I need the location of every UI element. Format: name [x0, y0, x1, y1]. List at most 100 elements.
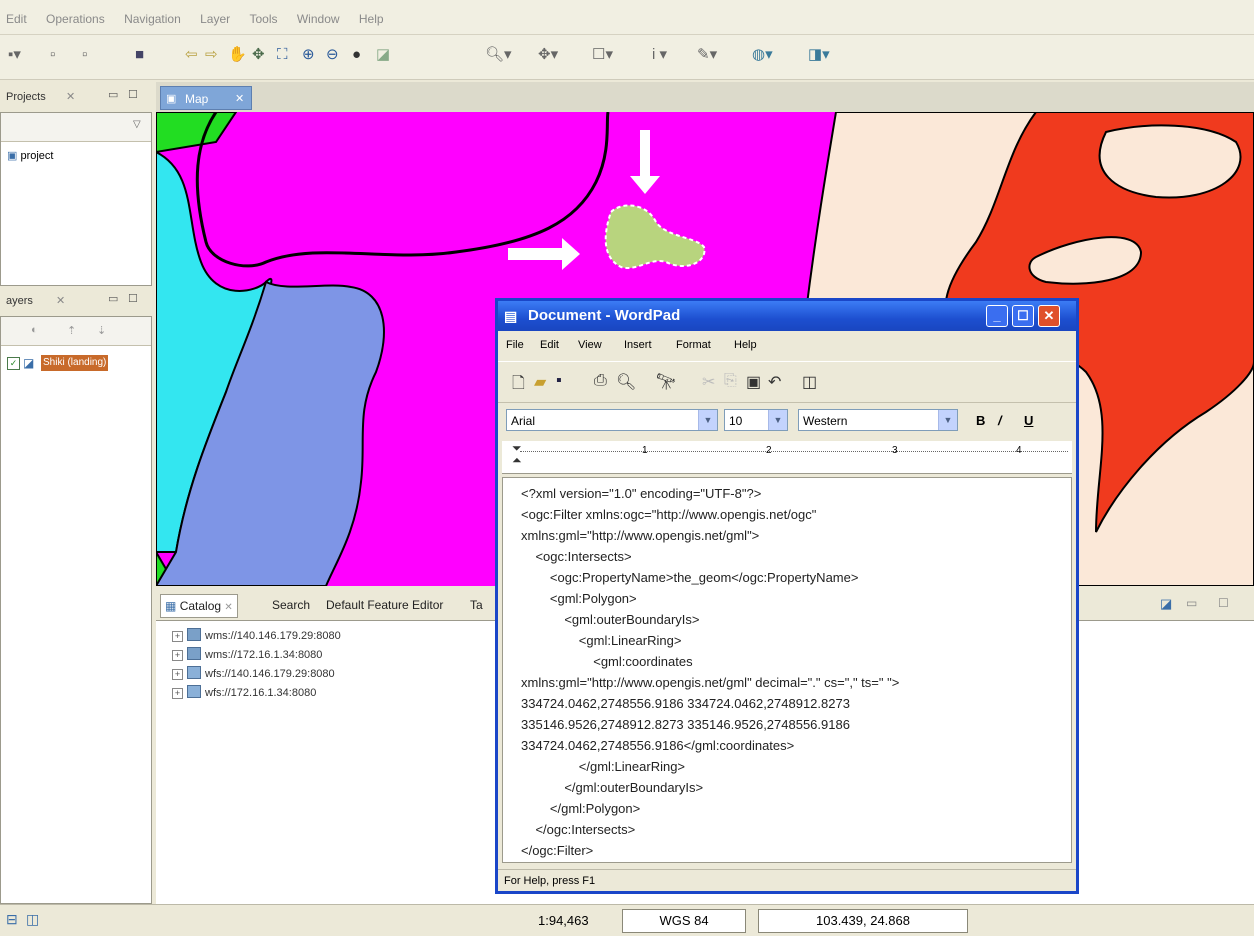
close-icon[interactable]: ✕: [235, 87, 244, 111]
wp-menu-file[interactable]: File: [506, 339, 524, 351]
wp-menu-help[interactable]: Help: [734, 339, 757, 351]
maximize-icon[interactable]: ☐: [128, 88, 138, 101]
expand-icon[interactable]: +: [172, 650, 183, 661]
tab-feature-editor[interactable]: Default Feature Editor: [322, 594, 447, 616]
expand-icon[interactable]: +: [172, 669, 183, 680]
layer-tool-icon[interactable]: ◐: [31, 324, 38, 336]
list-item[interactable]: + wms://172.16.1.34:8080: [172, 647, 322, 663]
layer-up-icon[interactable]: ⇡: [67, 324, 76, 337]
layer-visibility-checkbox[interactable]: ✓: [7, 357, 20, 370]
new-icon[interactable]: 🗋︎: [512, 372, 525, 399]
left-indent-marker-icon[interactable]: ⏶: [512, 453, 522, 468]
pan-tool-icon[interactable]: ✥▾: [538, 45, 558, 65]
close-icon[interactable]: ✕: [56, 294, 65, 307]
list-item[interactable]: + wfs://140.146.179.29:8080: [172, 666, 335, 682]
expand-icon[interactable]: +: [172, 631, 183, 642]
wp-menu-view[interactable]: View: [578, 339, 602, 351]
info-icon[interactable]: i ▾: [652, 45, 667, 65]
minimize-icon[interactable]: ▭: [1186, 596, 1197, 610]
close-button[interactable]: ✕: [1038, 305, 1060, 327]
zoom-in-icon[interactable]: ⊕: [302, 45, 315, 65]
project-item[interactable]: ▣ project: [7, 149, 54, 162]
font-size-select[interactable]: 10 ▼: [724, 409, 788, 431]
layer-label: Shiki (landing): [41, 355, 109, 371]
print-icon[interactable]: ▫: [82, 45, 87, 65]
tab-table[interactable]: Ta: [466, 594, 487, 616]
save-all-icon[interactable]: ■: [135, 45, 144, 65]
stop-icon[interactable]: ●: [352, 45, 361, 65]
menu-window[interactable]: Window: [297, 12, 340, 26]
workspace-icon[interactable]: ◫: [26, 911, 39, 928]
menu-layer[interactable]: Layer: [200, 12, 230, 26]
bold-button[interactable]: B: [976, 413, 985, 428]
italic-button[interactable]: /: [998, 413, 1002, 428]
maximize-button[interactable]: ☐: [1012, 305, 1034, 327]
select-box-icon[interactable]: ☐▾: [592, 45, 613, 65]
layer-tool-icon[interactable]: ◨▾: [808, 45, 830, 65]
find-icon[interactable]: 🔭︎: [656, 372, 676, 392]
wp-menu-format[interactable]: Format: [676, 339, 711, 351]
edit-tool-icon[interactable]: ✎▾: [697, 45, 717, 65]
map-tab[interactable]: ▣ Map ✕: [160, 86, 252, 110]
paste-icon[interactable]: ▣: [746, 372, 761, 392]
print-icon[interactable]: ⎙: [594, 372, 607, 390]
list-item[interactable]: + wms://140.146.179.29:8080: [172, 628, 341, 644]
menu-navigation[interactable]: Navigation: [124, 12, 181, 26]
chevron-down-icon[interactable]: ▼: [938, 410, 957, 430]
minimize-button[interactable]: _: [986, 305, 1008, 327]
save-icon[interactable]: ▫: [50, 45, 55, 65]
close-icon[interactable]: ✕: [224, 602, 232, 613]
wp-menu-edit[interactable]: Edit: [540, 339, 559, 351]
minimize-icon[interactable]: ▭: [108, 292, 118, 305]
crs-readout[interactable]: WGS 84: [622, 909, 746, 933]
expand-icon[interactable]: +: [172, 688, 183, 699]
scale-readout[interactable]: 1:94,463: [538, 913, 589, 928]
script-select[interactable]: Western ▼: [798, 409, 958, 431]
cut-icon[interactable]: ✂: [702, 372, 715, 392]
pan-hand-icon[interactable]: ✋: [228, 45, 247, 65]
insert-date-icon[interactable]: ◫: [802, 372, 817, 392]
catalog-icon: ▦: [165, 599, 177, 613]
save-icon[interactable]: ▪: [556, 372, 562, 390]
menu-help[interactable]: Help: [359, 12, 384, 26]
list-item-label: wms://140.146.179.29:8080: [205, 630, 341, 642]
catalog-tool-icon[interactable]: ◪: [1160, 596, 1172, 612]
undo-icon[interactable]: ↶: [768, 372, 781, 392]
back-arrow-icon[interactable]: ⇦: [185, 45, 198, 65]
underline-button[interactable]: U: [1024, 413, 1033, 428]
wp-menu-insert[interactable]: Insert: [624, 339, 652, 351]
fit-icon[interactable]: ⛶: [277, 45, 288, 65]
new-dropdown-icon[interactable]: ▪▾: [8, 45, 21, 65]
zoom-tool-icon[interactable]: 🔍︎▾: [485, 45, 512, 65]
maximize-icon[interactable]: ☐: [128, 292, 138, 305]
menu-operations[interactable]: Operations: [46, 12, 105, 26]
zoom-out-icon[interactable]: ⊖: [326, 45, 339, 65]
maximize-icon[interactable]: ☐: [1218, 596, 1229, 610]
list-item[interactable]: + wfs://172.16.1.34:8080: [172, 685, 316, 701]
fast-view-icon[interactable]: ⊟: [6, 911, 18, 928]
layer-down-icon[interactable]: ⇣: [97, 324, 106, 337]
menu-tools[interactable]: Tools: [250, 12, 278, 26]
copy-icon[interactable]: ⎘: [724, 372, 737, 390]
wordpad-menubar: File Edit View Insert Format Help: [498, 333, 1076, 357]
ruler[interactable]: ⏷ ⏶ 1 2 3 4: [502, 441, 1072, 474]
font-select[interactable]: Arial ▼: [506, 409, 718, 431]
menu-edit[interactable]: Edit: [6, 12, 27, 26]
tab-catalog[interactable]: ▦ Catalog ✕: [160, 594, 238, 618]
chevron-down-icon[interactable]: ▼: [768, 410, 787, 430]
wordpad-titlebar[interactable]: ▤ Document - WordPad _ ☐ ✕: [498, 301, 1076, 331]
minimize-icon[interactable]: ▭: [108, 88, 118, 101]
view-menu-icon[interactable]: ▽: [133, 119, 141, 130]
tab-search[interactable]: Search: [268, 594, 314, 616]
document-area[interactable]: <?xml version="1.0" encoding="UTF-8"?> <…: [502, 477, 1072, 863]
forward-arrow-icon[interactable]: ⇨: [205, 45, 218, 65]
print-preview-icon[interactable]: 🔍︎: [616, 372, 636, 392]
projects-tab[interactable]: Projects: [6, 91, 46, 103]
layers-tab[interactable]: ayers: [6, 295, 33, 307]
zoom-extent-icon[interactable]: ✥: [252, 45, 265, 65]
globe-tool-icon[interactable]: ◍▾: [752, 45, 773, 65]
chevron-down-icon[interactable]: ▼: [698, 410, 717, 430]
refresh-icon[interactable]: ◪: [376, 45, 390, 65]
close-icon[interactable]: ✕: [66, 90, 75, 103]
open-icon[interactable]: ▰: [534, 372, 546, 392]
